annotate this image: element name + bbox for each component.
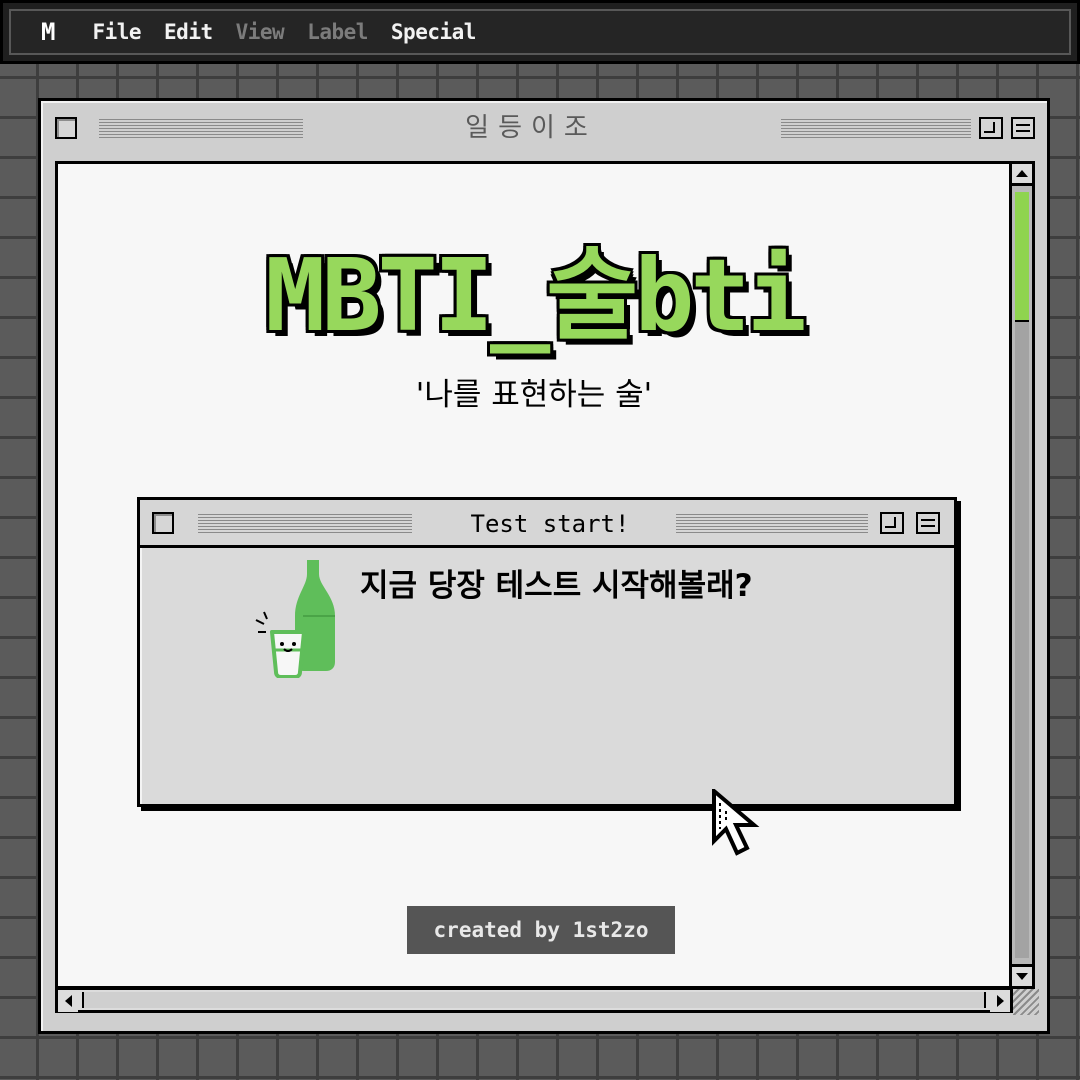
horizontal-scroll-track[interactable] — [82, 992, 986, 1008]
titlebar-stripes-left — [99, 119, 303, 139]
app-logo-icon[interactable]: M — [41, 18, 56, 46]
vertical-scroll-thumb[interactable] — [1015, 192, 1029, 322]
main-window: 일등이조 MBTI_술bti '나를 표현하는 술' Test start! 지… — [38, 98, 1050, 1034]
dialog-zoom-button[interactable] — [880, 512, 904, 534]
dialog-stripes-right — [676, 514, 868, 534]
titlebar-stripes-right — [781, 119, 971, 139]
menu-special[interactable]: Special — [391, 20, 477, 44]
test-start-dialog[interactable]: Test start! 지금 당장 테스트 시작해볼래? — [137, 497, 957, 807]
scroll-down-button[interactable] — [1012, 964, 1032, 986]
vertical-scroll-track[interactable] — [1015, 192, 1029, 958]
scroll-left-button[interactable] — [58, 990, 78, 1012]
dialog-collapse-button[interactable] — [916, 512, 940, 534]
menu-bar-inner: M File Edit View Label Special — [9, 9, 1071, 55]
arrow-up-icon — [1016, 170, 1028, 177]
menu-file[interactable]: File — [92, 20, 141, 44]
soju-bottle-icon — [255, 560, 335, 678]
menu-bar: M File Edit View Label Special — [0, 0, 1080, 64]
scroll-right-button[interactable] — [990, 990, 1010, 1012]
window-close-box[interactable] — [55, 117, 77, 139]
window-content: MBTI_술bti '나를 표현하는 술' Test start! 지금 당장 … — [55, 161, 1013, 989]
dialog-titlebar: Test start! — [140, 500, 954, 548]
window-titlebar[interactable]: 일등이조 — [51, 109, 1037, 147]
window-title: 일등이조 — [465, 113, 597, 143]
window-zoom-button[interactable] — [979, 117, 1003, 139]
scroll-up-button[interactable] — [1012, 164, 1032, 186]
dialog-title: Test start! — [470, 510, 630, 538]
vertical-scrollbar[interactable] — [1009, 161, 1035, 989]
dialog-stripes-left — [198, 514, 412, 534]
menu-edit[interactable]: Edit — [164, 20, 213, 44]
menu-label[interactable]: Label — [307, 20, 368, 44]
arrow-right-icon — [996, 995, 1004, 1007]
window-collapse-button[interactable] — [1011, 117, 1035, 139]
resize-grip-icon[interactable] — [1013, 989, 1039, 1015]
horizontal-scrollbar[interactable] — [55, 987, 1013, 1013]
arrow-left-icon — [64, 995, 72, 1007]
arrow-down-icon — [1016, 973, 1028, 980]
menu-view[interactable]: View — [236, 20, 285, 44]
dialog-close-box[interactable] — [152, 512, 174, 534]
dialog-message: 지금 당장 테스트 시작해볼래? — [360, 568, 753, 604]
mouse-pointer-icon — [712, 789, 760, 856]
page-title: MBTI_술bti — [265, 237, 807, 354]
page-subtitle: '나를 표현하는 술' — [415, 377, 653, 413]
credit-badge: created by 1st2zo — [407, 906, 675, 954]
